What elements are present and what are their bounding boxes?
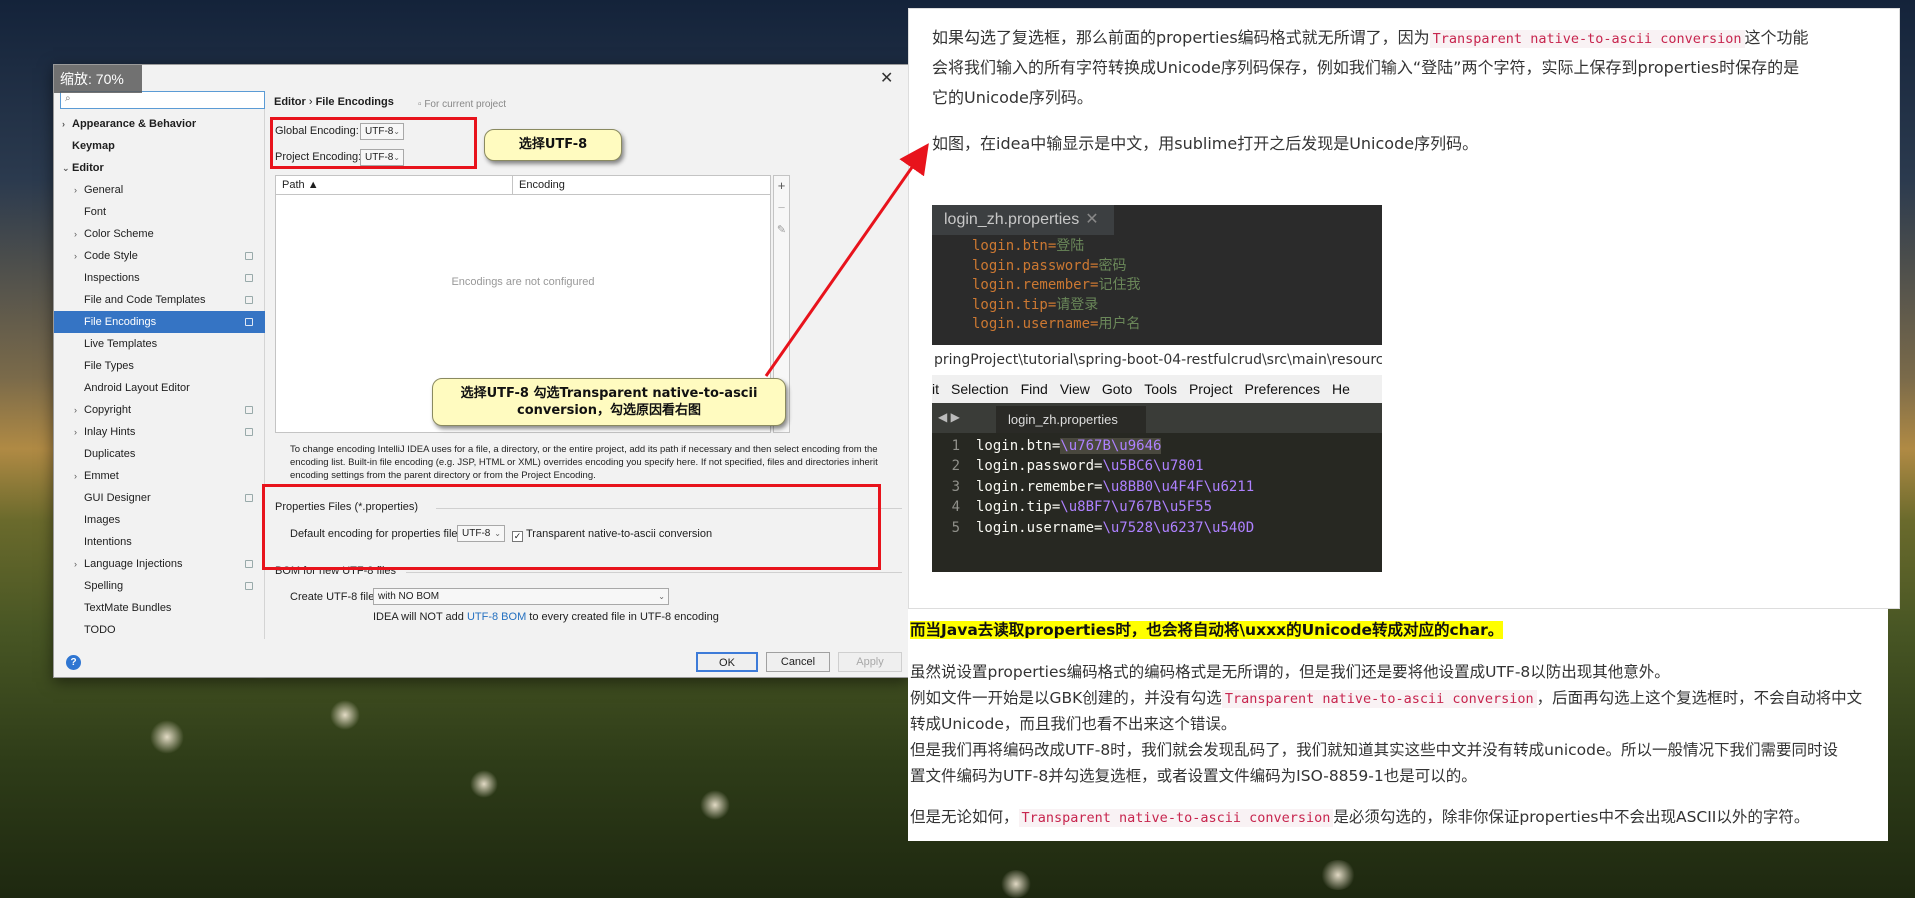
arrow-line (764, 143, 929, 377)
annotation-arrow (764, 143, 929, 377)
